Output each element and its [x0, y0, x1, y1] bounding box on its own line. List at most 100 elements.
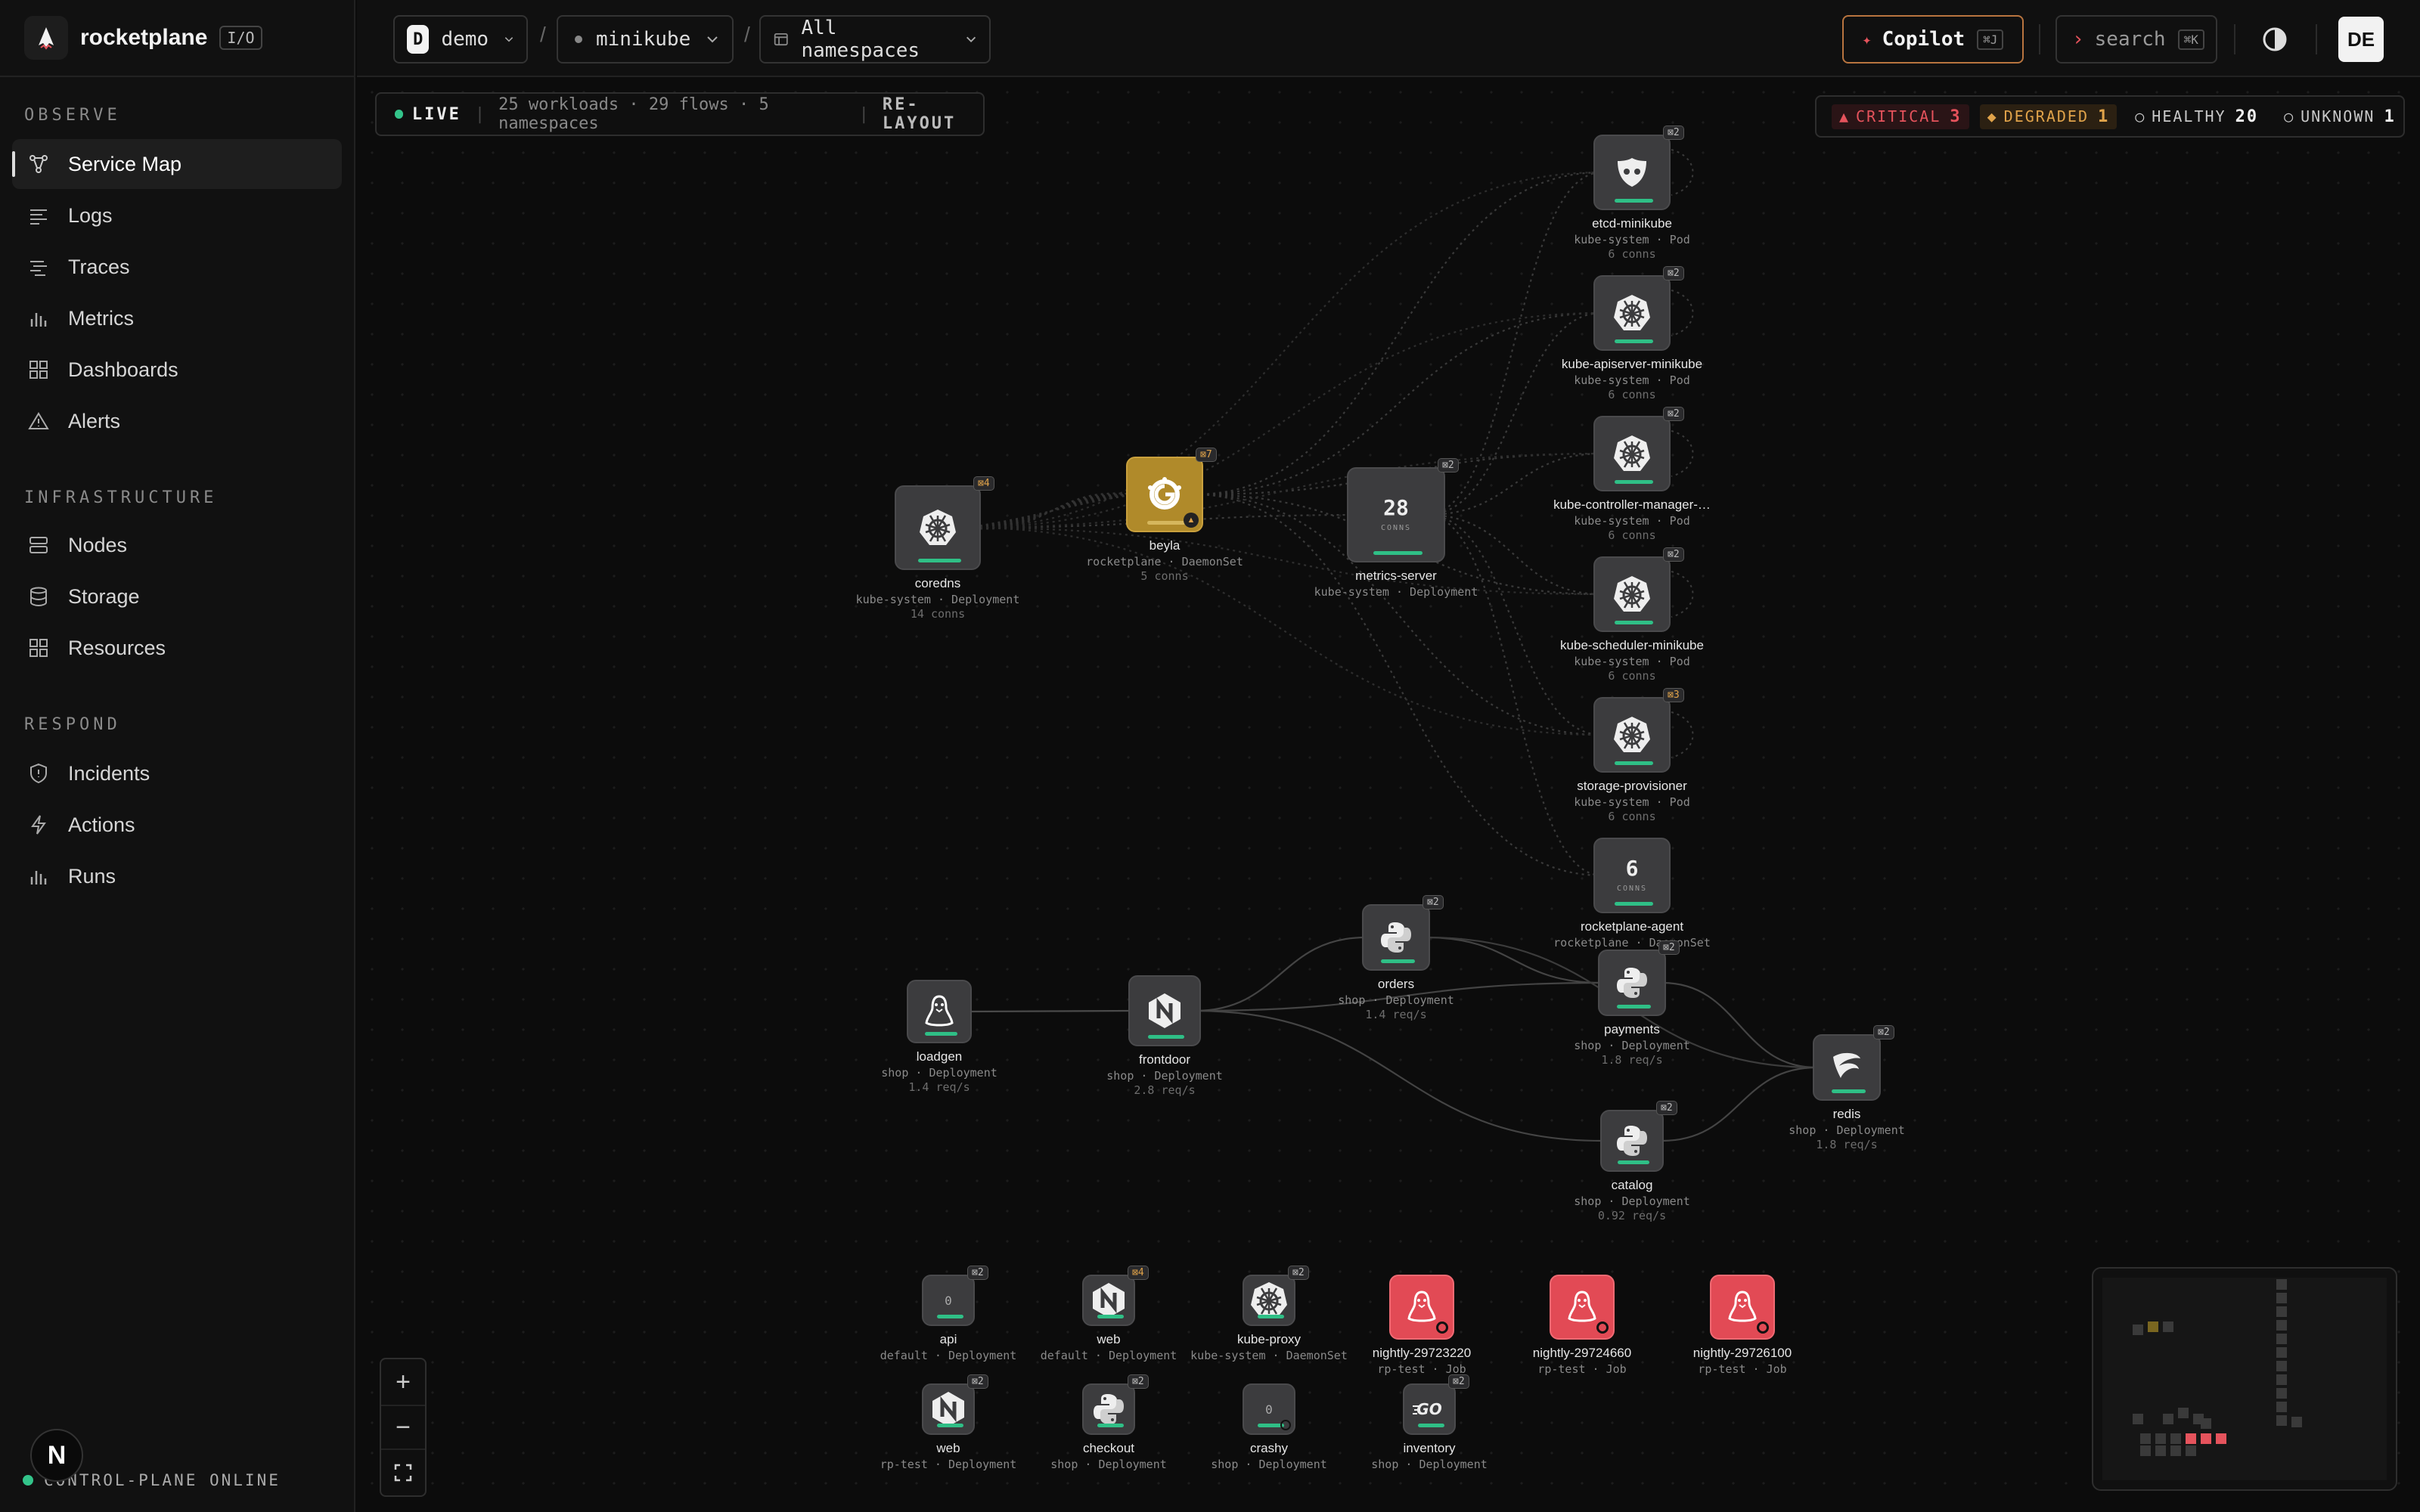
node-card[interactable]: [1243, 1275, 1295, 1326]
node-card[interactable]: [1593, 135, 1671, 210]
node-label: kube-apiserver-minikube kube-system · Pod…: [1562, 357, 1702, 401]
node-label: kube-proxy kube-system · DaemonSet: [1190, 1332, 1348, 1362]
nav-metrics[interactable]: Metrics: [12, 293, 342, 343]
nav-alerts[interactable]: Alerts: [12, 396, 342, 446]
nav-logs[interactable]: Logs: [12, 191, 342, 240]
sparkle-icon: ✦: [1862, 30, 1872, 48]
copilot-button[interactable]: ✦ Copilot ⌘J: [1842, 15, 2024, 64]
flow-edge[interactable]: [967, 171, 1602, 529]
minimap[interactable]: [2092, 1267, 2397, 1491]
zoom-out-button[interactable]: −: [381, 1405, 425, 1450]
node-card[interactable]: [1362, 904, 1430, 971]
flow-edge[interactable]: [1671, 290, 1694, 336]
flow-edge[interactable]: [1671, 711, 1694, 758]
node-card[interactable]: [922, 1383, 975, 1435]
node-card[interactable]: [1550, 1275, 1615, 1340]
flow-edge[interactable]: [1671, 430, 1694, 477]
node-card[interactable]: [1593, 556, 1671, 632]
assistant-fab-button[interactable]: N: [30, 1429, 83, 1482]
node-metric: 0.92 req/s: [1597, 1209, 1667, 1222]
search-button[interactable]: › search ⌘K: [2055, 15, 2217, 64]
node-card[interactable]: [1082, 1383, 1135, 1435]
node-card[interactable]: [907, 980, 972, 1043]
flow-edge[interactable]: [967, 311, 1602, 529]
map-summary: 25 workloads · 29 flows · 5 namespaces: [498, 95, 769, 133]
nav-service-map[interactable]: Service Map: [12, 139, 342, 189]
nav-label: Nodes: [68, 533, 128, 556]
brand[interactable]: rocketplane I/O: [0, 0, 355, 77]
node-card[interactable]: [1600, 1110, 1664, 1172]
nav-storage[interactable]: Storage: [12, 572, 342, 621]
node-kind: shop · Deployment: [1574, 1039, 1690, 1052]
health-pill-unknown[interactable]: ○ UNKNOWN 1: [2276, 104, 2403, 129]
minimap-node: [2276, 1320, 2287, 1331]
node-card[interactable]: [1128, 975, 1201, 1046]
health-bar: [1373, 551, 1423, 555]
zoom-in-button[interactable]: +: [381, 1359, 425, 1405]
cluster-selector[interactable]: minikube: [557, 15, 734, 64]
relayout-button[interactable]: RE-LAYOUT: [883, 95, 983, 133]
flow-edge[interactable]: [1671, 571, 1694, 618]
health-glyph-icon: ▲: [1839, 107, 1851, 125]
node-card[interactable]: 0: [1243, 1383, 1295, 1435]
node-card[interactable]: [1389, 1275, 1454, 1340]
flow-edge[interactable]: [967, 452, 1602, 529]
node-label: etcd-minikube kube-system · Pod 6 conns: [1574, 216, 1690, 261]
theme-toggle-icon[interactable]: [2258, 23, 2291, 56]
svg-text:GO: GO: [1416, 1400, 1441, 1418]
namespace-selector[interactable]: All namespaces: [759, 15, 991, 64]
health-pill-healthy[interactable]: ○ HEALTHY 20: [2127, 104, 2266, 129]
live-status-bar: LIVE | 25 workloads · 29 flows · 5 names…: [375, 92, 985, 136]
node-card[interactable]: [1593, 416, 1671, 491]
flow-edge[interactable]: [1426, 311, 1602, 516]
node-card[interactable]: 0: [922, 1275, 975, 1326]
node-card[interactable]: [1082, 1275, 1135, 1326]
nav-dashboards[interactable]: Dashboards: [12, 345, 342, 395]
nav-label: Incidents: [68, 761, 150, 785]
conn-count: 28 CONNS: [1381, 497, 1411, 532]
node-name: api: [939, 1332, 957, 1346]
service-map-canvas[interactable]: LIVE | 25 workloads · 29 flows · 5 names…: [357, 77, 2420, 1512]
node-kind: shop · Deployment: [1211, 1458, 1327, 1471]
flow-edge[interactable]: [1194, 171, 1602, 496]
linux-icon: [1566, 1290, 1598, 1325]
flow-edge[interactable]: [967, 526, 1602, 596]
org-initial-badge: D: [407, 25, 430, 54]
node-card[interactable]: [1593, 275, 1671, 351]
node-card[interactable]: [1710, 1275, 1775, 1340]
node-card[interactable]: [895, 485, 981, 570]
flow-edge[interactable]: [1194, 1009, 1602, 1142]
node-kind: rocketplane · DaemonSet: [1553, 936, 1711, 950]
flow-edge[interactable]: [1426, 513, 1602, 736]
health-pill-degraded[interactable]: ◆ DEGRADED 1: [1979, 104, 2118, 129]
user-avatar[interactable]: DE: [2338, 17, 2384, 62]
search-shortcut: ⌘K: [2177, 29, 2204, 50]
node-card[interactable]: 28 CONNS: [1347, 467, 1445, 562]
health-bar: [918, 559, 961, 562]
nav-nodes[interactable]: Nodes: [12, 520, 342, 570]
fit-view-button[interactable]: [381, 1450, 425, 1495]
node-card[interactable]: ▲: [1126, 457, 1203, 532]
flow-edge[interactable]: [969, 1009, 1135, 1013]
org-selector[interactable]: D demo: [393, 15, 528, 64]
minimap-node: [2276, 1415, 2287, 1426]
node-card[interactable]: [1598, 950, 1666, 1016]
health-glyph-icon: ○: [2135, 107, 2146, 125]
node-card[interactable]: [1813, 1034, 1881, 1101]
nav-resources[interactable]: Resources: [12, 623, 342, 673]
nav-incidents[interactable]: Incidents: [12, 748, 342, 798]
node-name: crashy: [1249, 1441, 1289, 1455]
node-label: coredns kube-system · Deployment 14 conns: [856, 576, 1020, 621]
health-pill-critical[interactable]: ▲ CRITICAL 3: [1832, 104, 1969, 129]
nav-label: Logs: [68, 203, 113, 227]
flow-edge[interactable]: [967, 526, 1602, 736]
node-card[interactable]: GO: [1403, 1383, 1456, 1435]
flow-edge[interactable]: [1671, 149, 1694, 196]
nav-runs[interactable]: Runs: [12, 851, 342, 901]
resources-icon: [29, 639, 48, 657]
node-kind: kube-system · Pod: [1574, 233, 1690, 246]
nav-traces[interactable]: Traces: [12, 242, 342, 292]
node-card[interactable]: [1593, 697, 1671, 773]
node-card[interactable]: 6 CONNS: [1593, 838, 1671, 913]
nav-actions[interactable]: Actions: [12, 800, 342, 850]
